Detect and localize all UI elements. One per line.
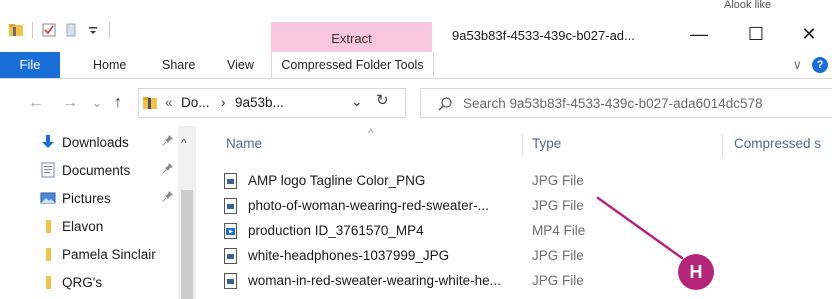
annotation-badge: H: [678, 254, 714, 290]
file-explorer-window: Alook like Extract 9a53b83f-4533-439c-b0…: [0, 0, 832, 299]
annotation-callout-line: [596, 196, 684, 260]
